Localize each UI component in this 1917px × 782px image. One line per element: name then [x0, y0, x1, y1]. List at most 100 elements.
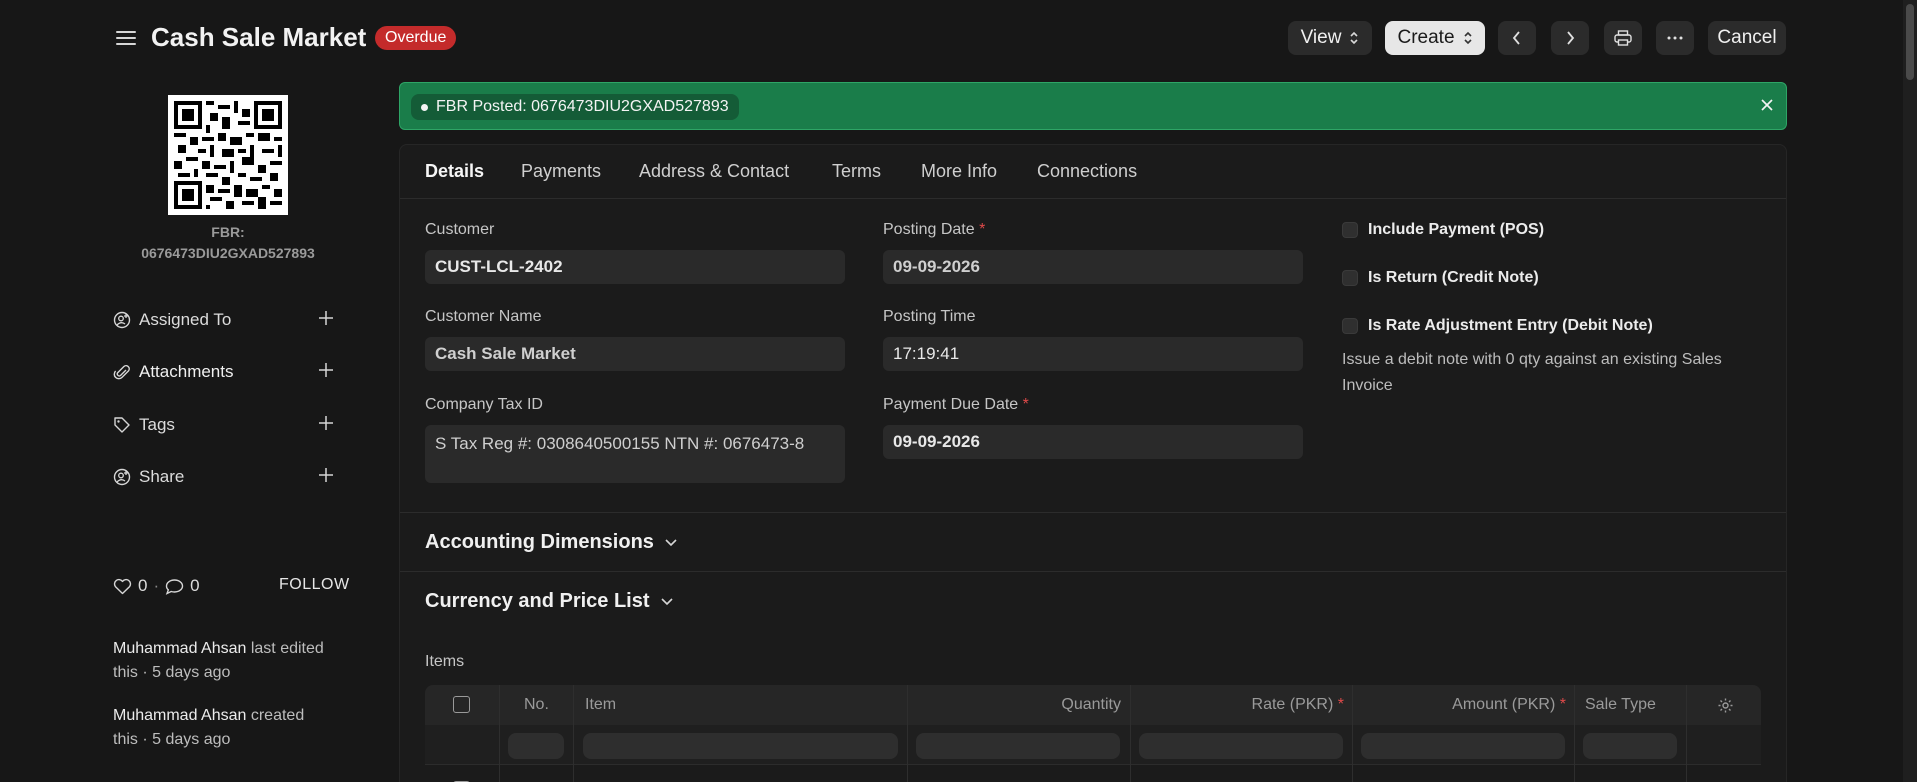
customer-name-field: Cash Sale Market [425, 337, 845, 371]
posting-date-field[interactable]: 09-09-2026 [883, 250, 1303, 284]
cancel-button[interactable]: Cancel [1708, 21, 1786, 55]
activity-item-created: Muhammad Ahsan created this · 5 days ago [113, 704, 353, 752]
form-tabs: Details Payments Address & Contact Terms… [400, 145, 1786, 199]
ellipsis-icon [1667, 36, 1683, 40]
gear-icon[interactable] [1717, 697, 1734, 714]
activity-time: this · 5 days ago [113, 731, 231, 748]
status-badge: Overdue [375, 26, 457, 50]
tab-connections[interactable]: Connections [1037, 161, 1137, 182]
separator-dot: · [153, 576, 160, 595]
close-icon[interactable] [1760, 98, 1774, 112]
assign-user-icon [113, 311, 131, 329]
filter-no-input[interactable] [508, 733, 564, 759]
column-rate-text: Rate (PKR) [1251, 696, 1334, 713]
create-label: Create [1397, 27, 1455, 48]
next-button[interactable] [1551, 21, 1589, 55]
payment-due-date-field[interactable]: 09-09-2026 [883, 425, 1303, 459]
section-title: Currency and Price List [425, 590, 650, 612]
filter-rate-input[interactable] [1139, 733, 1343, 759]
checkbox-label: Is Return (Credit Note) [1368, 269, 1539, 286]
print-button[interactable] [1604, 21, 1642, 55]
tab-address-contact[interactable]: Address & Contact [639, 161, 789, 182]
add-icon[interactable] [317, 309, 335, 327]
tab-more-info[interactable]: More Info [921, 161, 997, 182]
include-payment-pos-checkbox[interactable]: Include Payment (POS) [1342, 219, 1544, 241]
more-actions-button[interactable] [1656, 21, 1694, 55]
likes-count: 0 [138, 576, 148, 595]
sidebar-item-tags[interactable]: Tags [113, 410, 335, 440]
menu-toggle-icon[interactable] [116, 28, 136, 48]
activity-user[interactable]: Muhammad Ahsan [113, 640, 246, 657]
checkbox-box[interactable] [1342, 222, 1358, 238]
page-scrollbar[interactable] [1903, 0, 1917, 782]
select-all-checkbox[interactable] [453, 696, 470, 713]
comment-icon[interactable] [165, 578, 184, 595]
printer-icon [1614, 30, 1632, 46]
filter-sale-type-input[interactable] [1583, 733, 1677, 759]
chevron-right-icon [1567, 31, 1575, 45]
column-no: No. [524, 696, 549, 713]
sidebar-item-label: Share [139, 467, 185, 486]
tab-details[interactable]: Details [425, 161, 484, 182]
sidebar-item-share[interactable]: Share [113, 462, 335, 492]
view-dropdown-button[interactable]: View [1288, 21, 1372, 55]
tab-terms[interactable]: Terms [832, 161, 881, 182]
column-quantity: Quantity [1061, 696, 1121, 713]
fbr-qr-caption: FBR: 0676473DIU2GXAD527893 [108, 222, 348, 264]
items-table-header: No. Item Quantity Rate (PKR) * Amount (P… [425, 685, 1761, 725]
required-mark: * [1559, 696, 1566, 713]
chevron-down-icon [665, 538, 677, 546]
activity-time: this · 5 days ago [113, 664, 231, 681]
column-rate: Rate (PKR) * [1252, 696, 1344, 714]
section-title: Accounting Dimensions [425, 531, 654, 553]
status-dot-icon [421, 103, 428, 111]
heart-icon[interactable] [113, 578, 132, 595]
comments-count: 0 [190, 576, 200, 595]
fbr-posted-text: FBR Posted: 0676473DIU2GXAD527893 [436, 98, 729, 115]
chevron-down-icon [660, 597, 673, 605]
activity-user[interactable]: Muhammad Ahsan [113, 707, 246, 724]
checkbox-label: Include Payment (POS) [1368, 221, 1545, 238]
section-accounting-dimensions[interactable]: Accounting Dimensions [400, 512, 1786, 571]
sidebar-item-attachments[interactable]: Attachments [113, 357, 335, 387]
sidebar-item-label: Tags [139, 415, 175, 434]
filter-item-input[interactable] [583, 733, 898, 759]
company-tax-id-field: S Tax Reg #: 0308640500155 NTN #: 067647… [425, 425, 845, 483]
follow-button[interactable]: FOLLOW [279, 576, 350, 594]
share-user-icon [113, 468, 131, 486]
add-icon[interactable] [317, 414, 335, 432]
checkbox-box[interactable] [1342, 318, 1358, 334]
items-label: Items [425, 653, 465, 670]
checkbox-box[interactable] [1342, 270, 1358, 286]
due-date-label-text: Payment Due Date [883, 396, 1019, 413]
cancel-label: Cancel [1717, 27, 1777, 48]
payment-due-date-label: Payment Due Date * [883, 396, 1029, 414]
required-mark: * [1022, 396, 1029, 413]
column-amount-text: Amount (PKR) [1452, 696, 1556, 713]
tag-icon [114, 417, 130, 433]
add-icon[interactable] [317, 466, 335, 484]
column-divider [1130, 685, 1131, 782]
filter-quantity-input[interactable] [916, 733, 1120, 759]
previous-button[interactable] [1498, 21, 1536, 55]
fbr-posted-pill: FBR Posted: 0676473DIU2GXAD527893 [411, 94, 739, 120]
create-dropdown-button[interactable]: Create [1385, 21, 1485, 55]
fbr-status-banner: FBR Posted: 0676473DIU2GXAD527893 [399, 82, 1787, 130]
posting-time-field[interactable]: 17:19:41 [883, 337, 1303, 371]
customer-field[interactable]: CUST-LCL-2402 [425, 250, 845, 284]
chevron-left-icon [1512, 31, 1520, 45]
sidebar-item-label: Attachments [139, 362, 234, 381]
sidebar-item-assigned-to[interactable]: Assigned To [113, 305, 335, 335]
items-table-filter-row [425, 725, 1761, 765]
is-rate-adjustment-checkbox[interactable]: Is Rate Adjustment Entry (Debit Note) [1342, 315, 1653, 337]
activity-item-edited: Muhammad Ahsan last edited this · 5 days… [113, 637, 353, 685]
column-divider [1686, 685, 1687, 782]
checkbox-label: Is Rate Adjustment Entry (Debit Note) [1368, 317, 1653, 334]
is-return-checkbox[interactable]: Is Return (Credit Note) [1342, 267, 1539, 289]
company-tax-id-label: Company Tax ID [425, 396, 543, 413]
tab-payments[interactable]: Payments [521, 161, 601, 182]
activity-action: created [246, 707, 305, 724]
filter-amount-input[interactable] [1361, 733, 1565, 759]
add-icon[interactable] [317, 361, 335, 379]
section-currency-price-list[interactable]: Currency and Price List [400, 571, 1786, 630]
